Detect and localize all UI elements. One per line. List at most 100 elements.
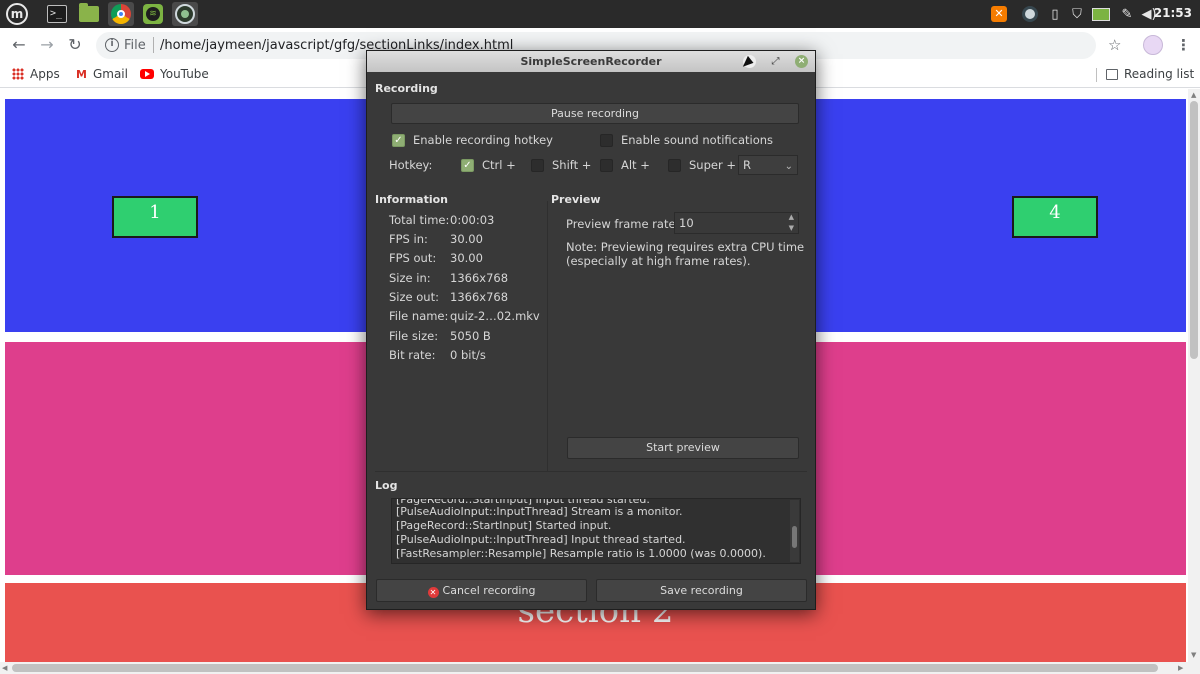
checkbox-empty-icon [600,158,613,172]
chrome-launcher[interactable] [108,2,134,26]
info-key: Total time: [389,213,450,227]
bookmark-apps[interactable]: Apps [12,67,60,81]
pause-recording-button[interactable]: Pause recording [391,103,799,124]
enable-hotkey-checkbox[interactable]: ✓ Enable recording hotkey [392,133,553,147]
menu-button[interactable]: m [4,2,30,26]
sound-notifications-label: Enable sound notifications [621,133,774,147]
mint-menu-icon: m [6,3,28,25]
close-icon[interactable]: × [795,55,808,68]
checkbox-empty-icon [600,133,613,147]
hotkey-key-value: R [743,158,751,172]
log-textarea[interactable]: [PageRecord::StartInput] Input thread st… [391,498,801,564]
cancel-recording-label: Cancel recording [442,584,536,597]
info-icon[interactable]: i [105,38,119,52]
info-key: Bit rate: [389,348,436,362]
log-line: [PulseAudioInput::InputThread] Stream is… [396,505,683,518]
spin-up-icon[interactable]: ▲ [789,212,794,222]
horizontal-scroll-thumb[interactable] [12,664,1158,672]
apps-grid-icon [12,68,24,80]
info-value: 1366x768 [450,271,509,285]
sound-notifications-checkbox[interactable]: Enable sound notifications [600,133,773,147]
bookmark-gmail[interactable]: M Gmail [76,67,128,81]
group-divider [547,201,548,471]
battery-icon[interactable] [1092,5,1110,23]
network-icon[interactable] [1021,5,1039,23]
info-key: FPS in: [389,232,428,246]
clipboard-icon[interactable]: ▯ [1046,5,1064,23]
link-card-4[interactable]: 4 [1012,196,1098,238]
files-launcher[interactable] [76,2,102,26]
bookmarks-divider [1096,68,1097,82]
frame-rate-value: 10 [679,216,694,230]
log-scroll-thumb[interactable] [792,526,797,548]
info-value: 0 bit/s [450,348,486,362]
clock[interactable]: 21:53 [1154,6,1192,20]
preview-frame-rate-spinbox[interactable]: 10 ▲ ▼ [674,212,799,234]
info-key: File size: [389,329,439,343]
save-recording-button[interactable]: Save recording [596,579,807,602]
scroll-right-arrow-icon[interactable]: ▶ [1178,664,1183,672]
scroll-down-arrow-icon[interactable]: ▼ [1191,651,1196,659]
shift-modifier-checkbox[interactable]: Shift + [531,158,591,172]
profile-avatar[interactable] [1143,35,1163,55]
back-arrow-icon[interactable]: ← [10,36,28,54]
checkbox-empty-icon [531,158,544,172]
super-modifier-checkbox[interactable]: Super + [668,158,736,172]
info-value: 30.00 [450,251,483,265]
vertical-scrollbar[interactable]: ▲ ▼ [1188,89,1200,662]
shield-icon[interactable]: ⛉ [1068,5,1086,23]
taskbar: m >_ ≋ ✕ ▯ ⛉ ✎ ◀) 21:53 [0,0,1200,28]
information-group-label: Information [375,193,448,206]
scroll-left-arrow-icon[interactable]: ◀ [2,664,7,672]
reload-icon[interactable]: ↻ [66,36,84,54]
gmail-icon: M [76,67,87,81]
menu-kebab-icon[interactable]: ⋮ [1176,36,1191,54]
bookmark-star-icon[interactable]: ☆ [1108,36,1121,54]
cancel-recording-button[interactable]: ✕ Cancel recording [376,579,587,602]
preview-note-line-1: Note: Previewing requires extra CPU time [566,240,805,254]
bookmark-label: Gmail [92,67,128,81]
xampp-icon[interactable]: ✕ [990,5,1008,23]
log-group-label: Log [375,479,398,492]
log-scrollbar[interactable] [790,500,799,562]
checkbox-empty-icon [668,158,681,172]
horizontal-scrollbar[interactable]: ◀ ▶ [0,662,1200,674]
super-label: Super + [689,158,736,172]
info-key: FPS out: [389,251,437,265]
bookmark-label: Apps [30,67,60,81]
wifi-icon[interactable]: ✎ [1118,5,1136,23]
simplescreenrecorder-window: SimpleScreenRecorder – ⤢ × Recording Pau… [366,50,816,610]
checkmark-icon: ✓ [461,158,474,172]
info-value: 1366x768 [450,290,509,304]
info-key: File name: [389,309,449,323]
window-titlebar[interactable]: SimpleScreenRecorder – ⤢ × [367,51,815,72]
link-card-1[interactable]: 1 [112,196,198,238]
bookmark-label: YouTube [160,67,209,81]
enable-hotkey-label: Enable recording hotkey [413,133,553,147]
forward-arrow-icon[interactable]: → [38,36,56,54]
maximize-icon[interactable]: ⤢ [769,55,782,68]
info-value: 5050 B [450,329,491,343]
terminal-icon: >_ [47,5,67,23]
ctrl-modifier-checkbox[interactable]: ✓ Ctrl + [461,158,516,172]
log-line: [PageRecord::StartInput] Started input. [396,519,612,532]
hotkey-key-select[interactable]: R ⌄ [738,155,798,175]
log-divider [375,471,807,472]
reading-list-button[interactable]: Reading list [1106,67,1194,81]
alt-modifier-checkbox[interactable]: Alt + [600,158,650,172]
log-line: [FastResampler::Resample] Resample ratio… [396,547,766,560]
folder-icon [79,3,99,22]
bookmark-youtube[interactable]: YouTube [140,67,209,81]
scroll-up-arrow-icon[interactable]: ▲ [1191,91,1196,99]
spin-down-icon[interactable]: ▼ [789,223,794,233]
reading-list-label: Reading list [1124,67,1195,81]
ctrl-label: Ctrl + [482,158,516,172]
preview-group-label: Preview [551,193,601,206]
omnibox-separator [153,37,154,53]
recorder-launcher[interactable] [172,2,198,26]
vertical-scroll-thumb[interactable] [1190,101,1198,359]
start-preview-button[interactable]: Start preview [567,437,799,459]
spotify-launcher[interactable]: ≋ [140,2,166,26]
recording-group-label: Recording [375,82,438,95]
terminal-launcher[interactable]: >_ [44,2,70,26]
